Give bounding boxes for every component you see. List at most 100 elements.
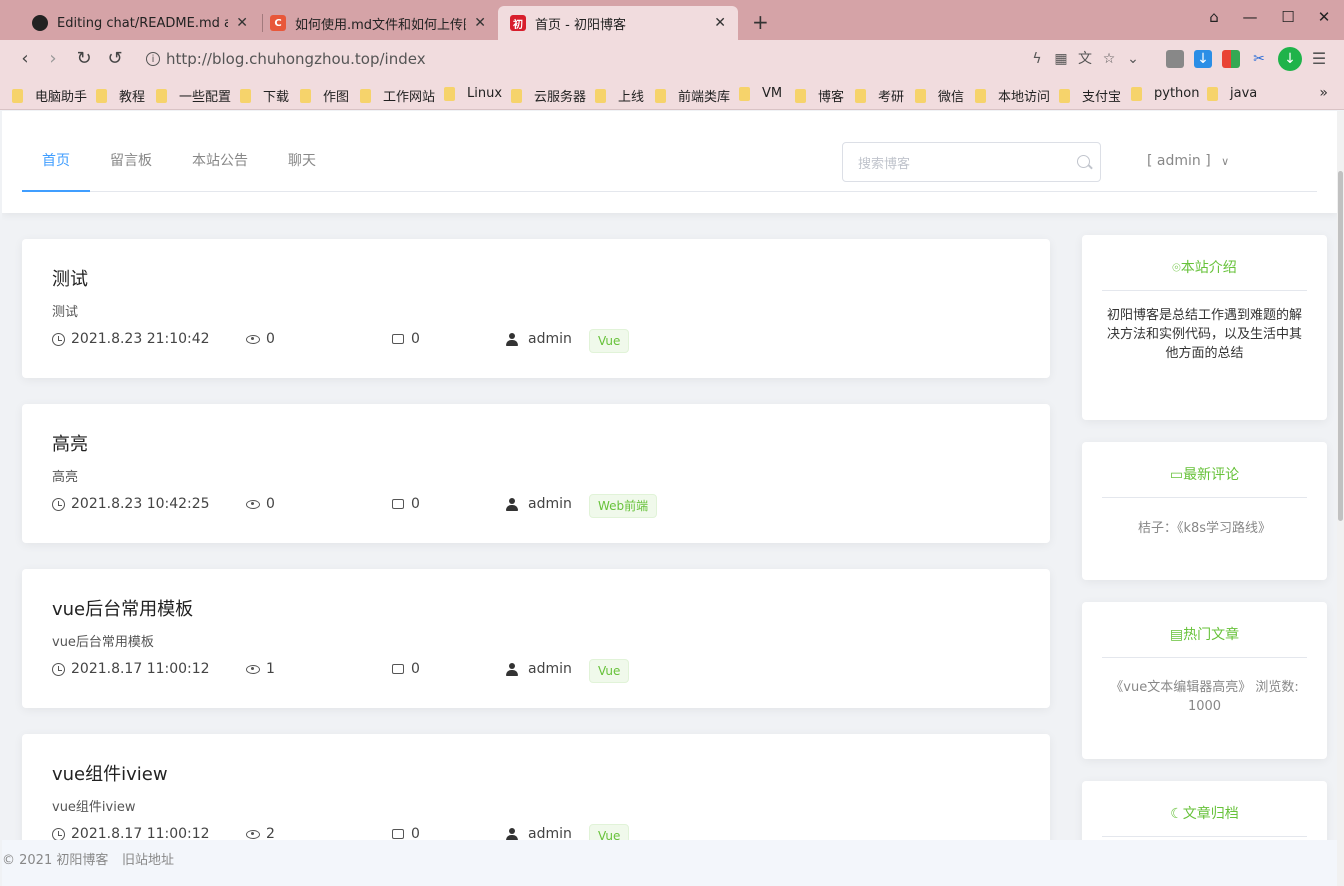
latest-comments-panel: ▭最新评论 桔子：《k8s学习路线》 — [1082, 442, 1327, 580]
folder-icon — [1207, 86, 1218, 101]
maximize-icon[interactable]: ☐ — [1276, 8, 1300, 26]
shirt-icon[interactable]: ⌂ — [1202, 8, 1226, 26]
post-title[interactable]: vue组件iview — [52, 760, 168, 786]
address-bar[interactable]: i http://blog.chuhongzhou.top/index — [146, 47, 426, 71]
bookmark-label: 微信 — [938, 90, 965, 105]
info-icon[interactable]: i — [146, 52, 160, 66]
bookmark-item[interactable]: 上线 — [595, 86, 644, 105]
chevron-down-icon[interactable]: ⌄ — [1124, 50, 1142, 68]
bookmark-item[interactable]: Linux — [444, 86, 502, 101]
reload-icon[interactable]: ↻ — [73, 48, 95, 69]
bookmark-item[interactable]: 教程 — [96, 86, 145, 105]
page-scrollbar[interactable] — [1337, 111, 1344, 886]
bookmarks-bar: 电脑助手 教程 一些配置 下载 作图 工作网站 Linux 云服务器 上线 前端… — [0, 78, 1344, 110]
bookmark-item[interactable]: 电脑助手 — [12, 86, 87, 105]
bookmark-item[interactable]: 支付宝 — [1059, 86, 1121, 105]
bookmark-label: 考研 — [878, 90, 905, 105]
site-intro-text: 初阳博客是总结工作遇到难题的解决方法和实例代码，以及生活中其他方面的总结 — [1106, 308, 1302, 361]
bookmark-item[interactable]: 前端类库 — [655, 86, 730, 105]
scrollbar-thumb[interactable] — [1338, 171, 1343, 521]
tab-label: Editing chat/README.md at m — [57, 15, 229, 31]
nav-announcement[interactable]: 本站公告 — [172, 141, 268, 192]
translate-icon[interactable]: 文 — [1076, 50, 1094, 68]
document-icon: ▤ — [1169, 627, 1184, 643]
post-card[interactable]: 测试 测试 2021.8.23 21:10:42 0 0 admin Vue — [22, 239, 1050, 378]
close-icon[interactable]: ✕ — [474, 15, 486, 31]
archive-title: 文章归档 — [1182, 806, 1239, 822]
bookmark-item[interactable]: 工作网站 — [360, 86, 435, 105]
eye-icon — [246, 499, 260, 509]
extension-icon[interactable] — [1166, 50, 1184, 68]
folder-icon — [795, 88, 806, 103]
bookmark-label: 教程 — [119, 90, 146, 105]
bookmark-item[interactable]: 下载 — [240, 86, 289, 105]
bookmark-label: 支付宝 — [1082, 90, 1122, 105]
undo-icon[interactable]: ↺ — [104, 48, 126, 69]
folder-icon — [855, 88, 866, 103]
search-icon[interactable] — [1077, 155, 1090, 168]
folder-icon — [511, 88, 522, 103]
post-tag[interactable]: Web前端 — [589, 494, 658, 518]
bookmark-item[interactable]: 云服务器 — [511, 86, 586, 105]
nav-home[interactable]: 首页 — [22, 141, 90, 192]
post-comments-text: 0 — [411, 331, 420, 347]
bookmark-item[interactable]: 一些配置 — [156, 86, 231, 105]
bookmark-item[interactable]: 微信 — [915, 86, 964, 105]
lightning-icon[interactable]: ϟ — [1028, 50, 1046, 68]
latest-comment-item[interactable]: 桔子：《k8s学习路线》 — [1102, 519, 1307, 538]
browser-tab-github[interactable]: Editing chat/README.md at m ✕ — [20, 6, 260, 40]
bookmark-item[interactable]: 博客 — [795, 86, 844, 105]
hot-post-item[interactable]: 《vue文本编辑器高亮》 浏览数: 1000 — [1102, 678, 1307, 716]
comment-icon — [392, 334, 404, 344]
post-tag[interactable]: Vue — [589, 329, 630, 353]
comment-icon — [392, 664, 404, 674]
post-card[interactable]: vue后台常用模板 vue后台常用模板 2021.8.17 11:00:12 1… — [22, 569, 1050, 708]
bookmark-item[interactable]: 考研 — [855, 86, 904, 105]
post-views-text: 1 — [266, 661, 275, 677]
close-icon[interactable]: ✕ — [236, 15, 248, 31]
github-icon — [32, 15, 48, 31]
apps-icon[interactable] — [1222, 50, 1240, 68]
bookmark-label: Linux — [467, 86, 503, 101]
star-icon[interactable]: ☆ — [1100, 50, 1118, 68]
back-icon[interactable]: ‹ — [14, 48, 36, 69]
post-date: 2021.8.17 11:00:12 — [52, 661, 210, 677]
site-intro-title: 本站介绍 — [1180, 260, 1237, 276]
browser-titlebar: Editing chat/README.md at m ✕ C 如何使用.md文… — [0, 0, 1344, 40]
post-card[interactable]: 高亮 高亮 2021.8.23 10:42:25 0 0 admin Web前端 — [22, 404, 1050, 543]
browser-tab-blog[interactable]: 初 首页 - 初阳博客 ✕ — [498, 6, 738, 40]
folder-icon — [96, 88, 107, 103]
menu-icon[interactable]: ☰ — [1310, 50, 1328, 68]
hot-posts-title: 热门文章 — [1183, 627, 1240, 643]
eye-icon — [246, 829, 260, 839]
post-tag[interactable]: Vue — [589, 659, 630, 683]
download-icon[interactable]: ↓ — [1194, 50, 1212, 68]
divider — [1102, 290, 1307, 291]
bookmark-item[interactable]: 作图 — [300, 86, 349, 105]
post-title[interactable]: 高亮 — [52, 430, 88, 456]
bookmark-label: 前端类库 — [678, 90, 731, 105]
new-tab-icon[interactable]: + — [752, 10, 769, 34]
minimize-icon[interactable]: — — [1238, 8, 1262, 26]
browser-tab-csdn[interactable]: C 如何使用.md文件和如何上传图片 ✕ — [258, 6, 498, 40]
grid-icon[interactable]: ▦ — [1052, 50, 1070, 68]
old-site-link[interactable]: 旧站地址 — [122, 849, 174, 868]
nav-guestbook[interactable]: 留言板 — [90, 141, 172, 192]
user-icon — [506, 332, 518, 346]
archive-heading: ☾文章归档 — [1102, 803, 1307, 823]
close-icon[interactable]: ✕ — [714, 15, 726, 31]
scissors-icon[interactable]: ✂ — [1250, 50, 1268, 68]
download-manager-icon[interactable]: ↓ — [1278, 47, 1302, 71]
search-input[interactable]: 搜索博客 — [842, 142, 1101, 182]
more-bookmarks-icon[interactable]: » — [1319, 85, 1328, 101]
post-title[interactable]: vue后台常用模板 — [52, 595, 193, 621]
forward-icon[interactable]: › — [42, 48, 64, 69]
bookmark-item[interactable]: python — [1131, 86, 1199, 101]
post-title[interactable]: 测试 — [52, 265, 88, 291]
user-menu[interactable]: [ admin ] ∨ — [1147, 153, 1229, 169]
bookmark-item[interactable]: 本地访问 — [975, 86, 1050, 105]
window-close-icon[interactable]: ✕ — [1312, 8, 1336, 26]
bookmark-item[interactable]: VM — [739, 86, 782, 101]
nav-chat[interactable]: 聊天 — [268, 141, 336, 192]
bookmark-item[interactable]: java — [1207, 86, 1257, 101]
